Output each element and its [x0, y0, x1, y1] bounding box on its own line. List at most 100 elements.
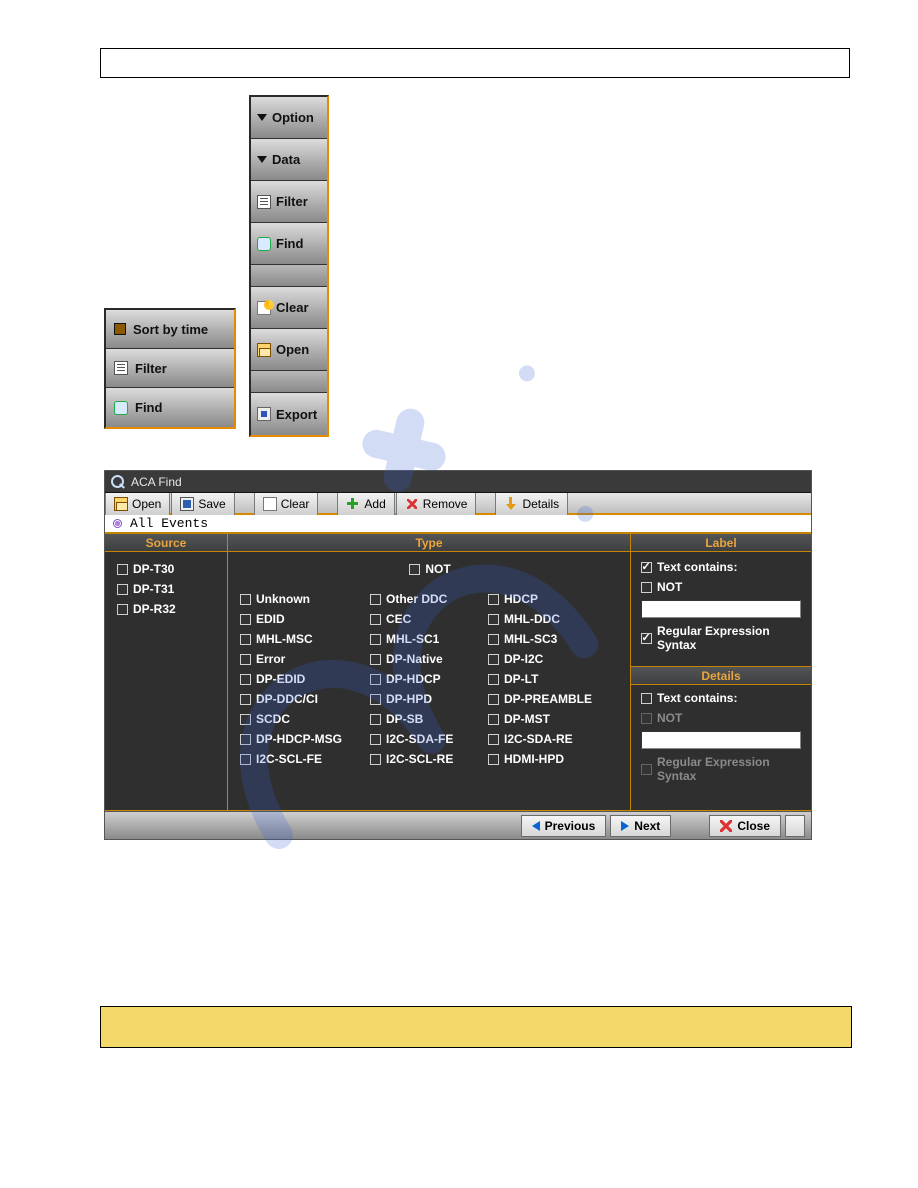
toolbar-add-button[interactable]: Add: [337, 493, 394, 515]
type-label: CEC: [386, 612, 411, 626]
source-checkbox[interactable]: DP-R32: [117, 602, 217, 616]
search-icon: [111, 475, 125, 489]
type-header: Type: [228, 534, 631, 551]
label-not-checkbox[interactable]: NOT: [641, 580, 801, 594]
type-label: DP-HPD: [386, 692, 432, 706]
previous-label: Previous: [545, 819, 596, 833]
filter-button[interactable]: Filter: [251, 181, 327, 223]
dialog-title-text: ACA Find: [131, 475, 182, 489]
filter-button-small[interactable]: Filter: [106, 349, 234, 388]
type-checkbox[interactable]: DP-MST: [488, 712, 608, 726]
type-checkbox[interactable]: MHL-MSC: [240, 632, 370, 646]
export-button[interactable]: Export: [251, 393, 327, 435]
vertical-toolbar: Option Data Filter Find Clear Open Expor…: [249, 95, 329, 437]
type-checkbox[interactable]: MHL-SC3: [488, 632, 608, 646]
dialog-titlebar: ACA Find: [105, 471, 811, 493]
type-label: I2C-SCL-FE: [256, 752, 322, 766]
type-checkbox[interactable]: DP-HDCP: [370, 672, 488, 686]
source-checkbox[interactable]: DP-T30: [117, 562, 217, 576]
type-not-checkbox[interactable]: NOT: [409, 562, 450, 576]
type-checkbox[interactable]: SCDC: [240, 712, 370, 726]
type-checkbox[interactable]: I2C-SDA-FE: [370, 732, 488, 746]
remove-icon: [405, 497, 419, 511]
type-checkbox[interactable]: CEC: [370, 612, 488, 626]
type-checkbox[interactable]: I2C-SCL-FE: [240, 752, 370, 766]
type-label: I2C-SCL-RE: [386, 752, 453, 766]
filter-label-small: Filter: [135, 361, 167, 376]
toolbar-save-button[interactable]: Save: [171, 493, 234, 515]
event-selector-row[interactable]: All Events: [105, 515, 811, 533]
type-checkbox[interactable]: MHL-DDC: [488, 612, 608, 626]
footer-ghost-button[interactable]: [785, 815, 805, 837]
type-checkbox[interactable]: Error: [240, 652, 370, 666]
type-checkbox[interactable]: HDCP: [488, 592, 608, 606]
type-checkbox[interactable]: MHL-SC1: [370, 632, 488, 646]
type-label: DP-PREAMBLE: [504, 692, 592, 706]
toolbar-gap: [251, 371, 327, 393]
type-checkbox[interactable]: DP-Native: [370, 652, 488, 666]
toolbar-gap: [251, 265, 327, 287]
toolbar-details-label: Details: [522, 497, 559, 511]
data-label: Data: [272, 152, 300, 167]
type-label: DP-EDID: [256, 672, 305, 686]
next-button[interactable]: Next: [610, 815, 671, 837]
details-not: NOT: [657, 711, 682, 725]
filter-label: Filter: [276, 194, 308, 209]
close-button[interactable]: Close: [709, 815, 781, 837]
dialog-toolbar: Open Save Clear Add Remove Details: [105, 493, 811, 515]
type-checkbox[interactable]: DP-LT: [488, 672, 608, 686]
toolbar-remove-button[interactable]: Remove: [396, 493, 477, 515]
type-checkbox[interactable]: I2C-SDA-RE: [488, 732, 608, 746]
panel-body: DP-T30 DP-T31 DP-R32 NOT Unknown Other DD…: [105, 551, 811, 811]
chevron-down-icon: [257, 156, 267, 163]
option-button[interactable]: Option: [251, 97, 327, 139]
type-label: DP-MST: [504, 712, 550, 726]
details-arrow-icon: [504, 497, 518, 511]
type-label: EDID: [256, 612, 285, 626]
type-checkbox[interactable]: Unknown: [240, 592, 370, 606]
folder-open-icon: [114, 497, 128, 511]
type-not-label: NOT: [425, 562, 450, 576]
type-checkbox[interactable]: DP-DDC/CI: [240, 692, 370, 706]
open-button[interactable]: Open: [251, 329, 327, 371]
type-checkbox[interactable]: DP-I2C: [488, 652, 608, 666]
type-checkbox[interactable]: DP-HDCP-MSG: [240, 732, 370, 746]
type-checkbox[interactable]: EDID: [240, 612, 370, 626]
source-checkbox[interactable]: DP-T31: [117, 582, 217, 596]
type-checkbox[interactable]: DP-PREAMBLE: [488, 692, 608, 706]
type-checkbox[interactable]: DP-HPD: [370, 692, 488, 706]
details-text-input[interactable]: [641, 731, 801, 749]
find-button-small[interactable]: Find: [106, 388, 234, 427]
type-label: DP-SB: [386, 712, 423, 726]
toolbar-add-label: Add: [364, 497, 385, 511]
type-label: Unknown: [256, 592, 310, 606]
dialog-footer: Previous Next Close: [105, 811, 811, 839]
type-checkbox[interactable]: Other DDC: [370, 592, 488, 606]
label-regex: Regular Expression Syntax: [657, 624, 801, 652]
type-label: MHL-SC1: [386, 632, 439, 646]
aca-find-dialog: ACA Find Open Save Clear Add Remove Deta…: [104, 470, 812, 840]
label-text-input[interactable]: [641, 600, 801, 618]
label-text-contains-checkbox[interactable]: Text contains:: [641, 560, 801, 574]
source-label: DP-R32: [133, 602, 176, 616]
clear-button[interactable]: Clear: [251, 287, 327, 329]
filter-icon: [114, 361, 128, 375]
label-regex-checkbox[interactable]: Regular Expression Syntax: [641, 624, 801, 652]
type-checkbox[interactable]: DP-SB: [370, 712, 488, 726]
find-button[interactable]: Find: [251, 223, 327, 265]
type-label: MHL-MSC: [256, 632, 313, 646]
sort-by-time-button[interactable]: Sort by time: [106, 310, 234, 349]
previous-button[interactable]: Previous: [521, 815, 607, 837]
type-checkbox[interactable]: HDMI-HPD: [488, 752, 608, 766]
details-header: Details: [631, 667, 811, 685]
toolbar-details-button[interactable]: Details: [495, 493, 568, 515]
details-text-contains-checkbox[interactable]: Text contains:: [641, 691, 801, 705]
data-button[interactable]: Data: [251, 139, 327, 181]
label-panel: Text contains: NOT Regular Expression Sy…: [631, 552, 811, 667]
toolbar-clear-button[interactable]: Clear: [254, 493, 319, 515]
type-checkbox[interactable]: DP-EDID: [240, 672, 370, 686]
source-column: DP-T30 DP-T31 DP-R32: [105, 552, 228, 810]
type-label: HDMI-HPD: [504, 752, 564, 766]
type-checkbox[interactable]: I2C-SCL-RE: [370, 752, 488, 766]
toolbar-open-button[interactable]: Open: [105, 493, 170, 515]
